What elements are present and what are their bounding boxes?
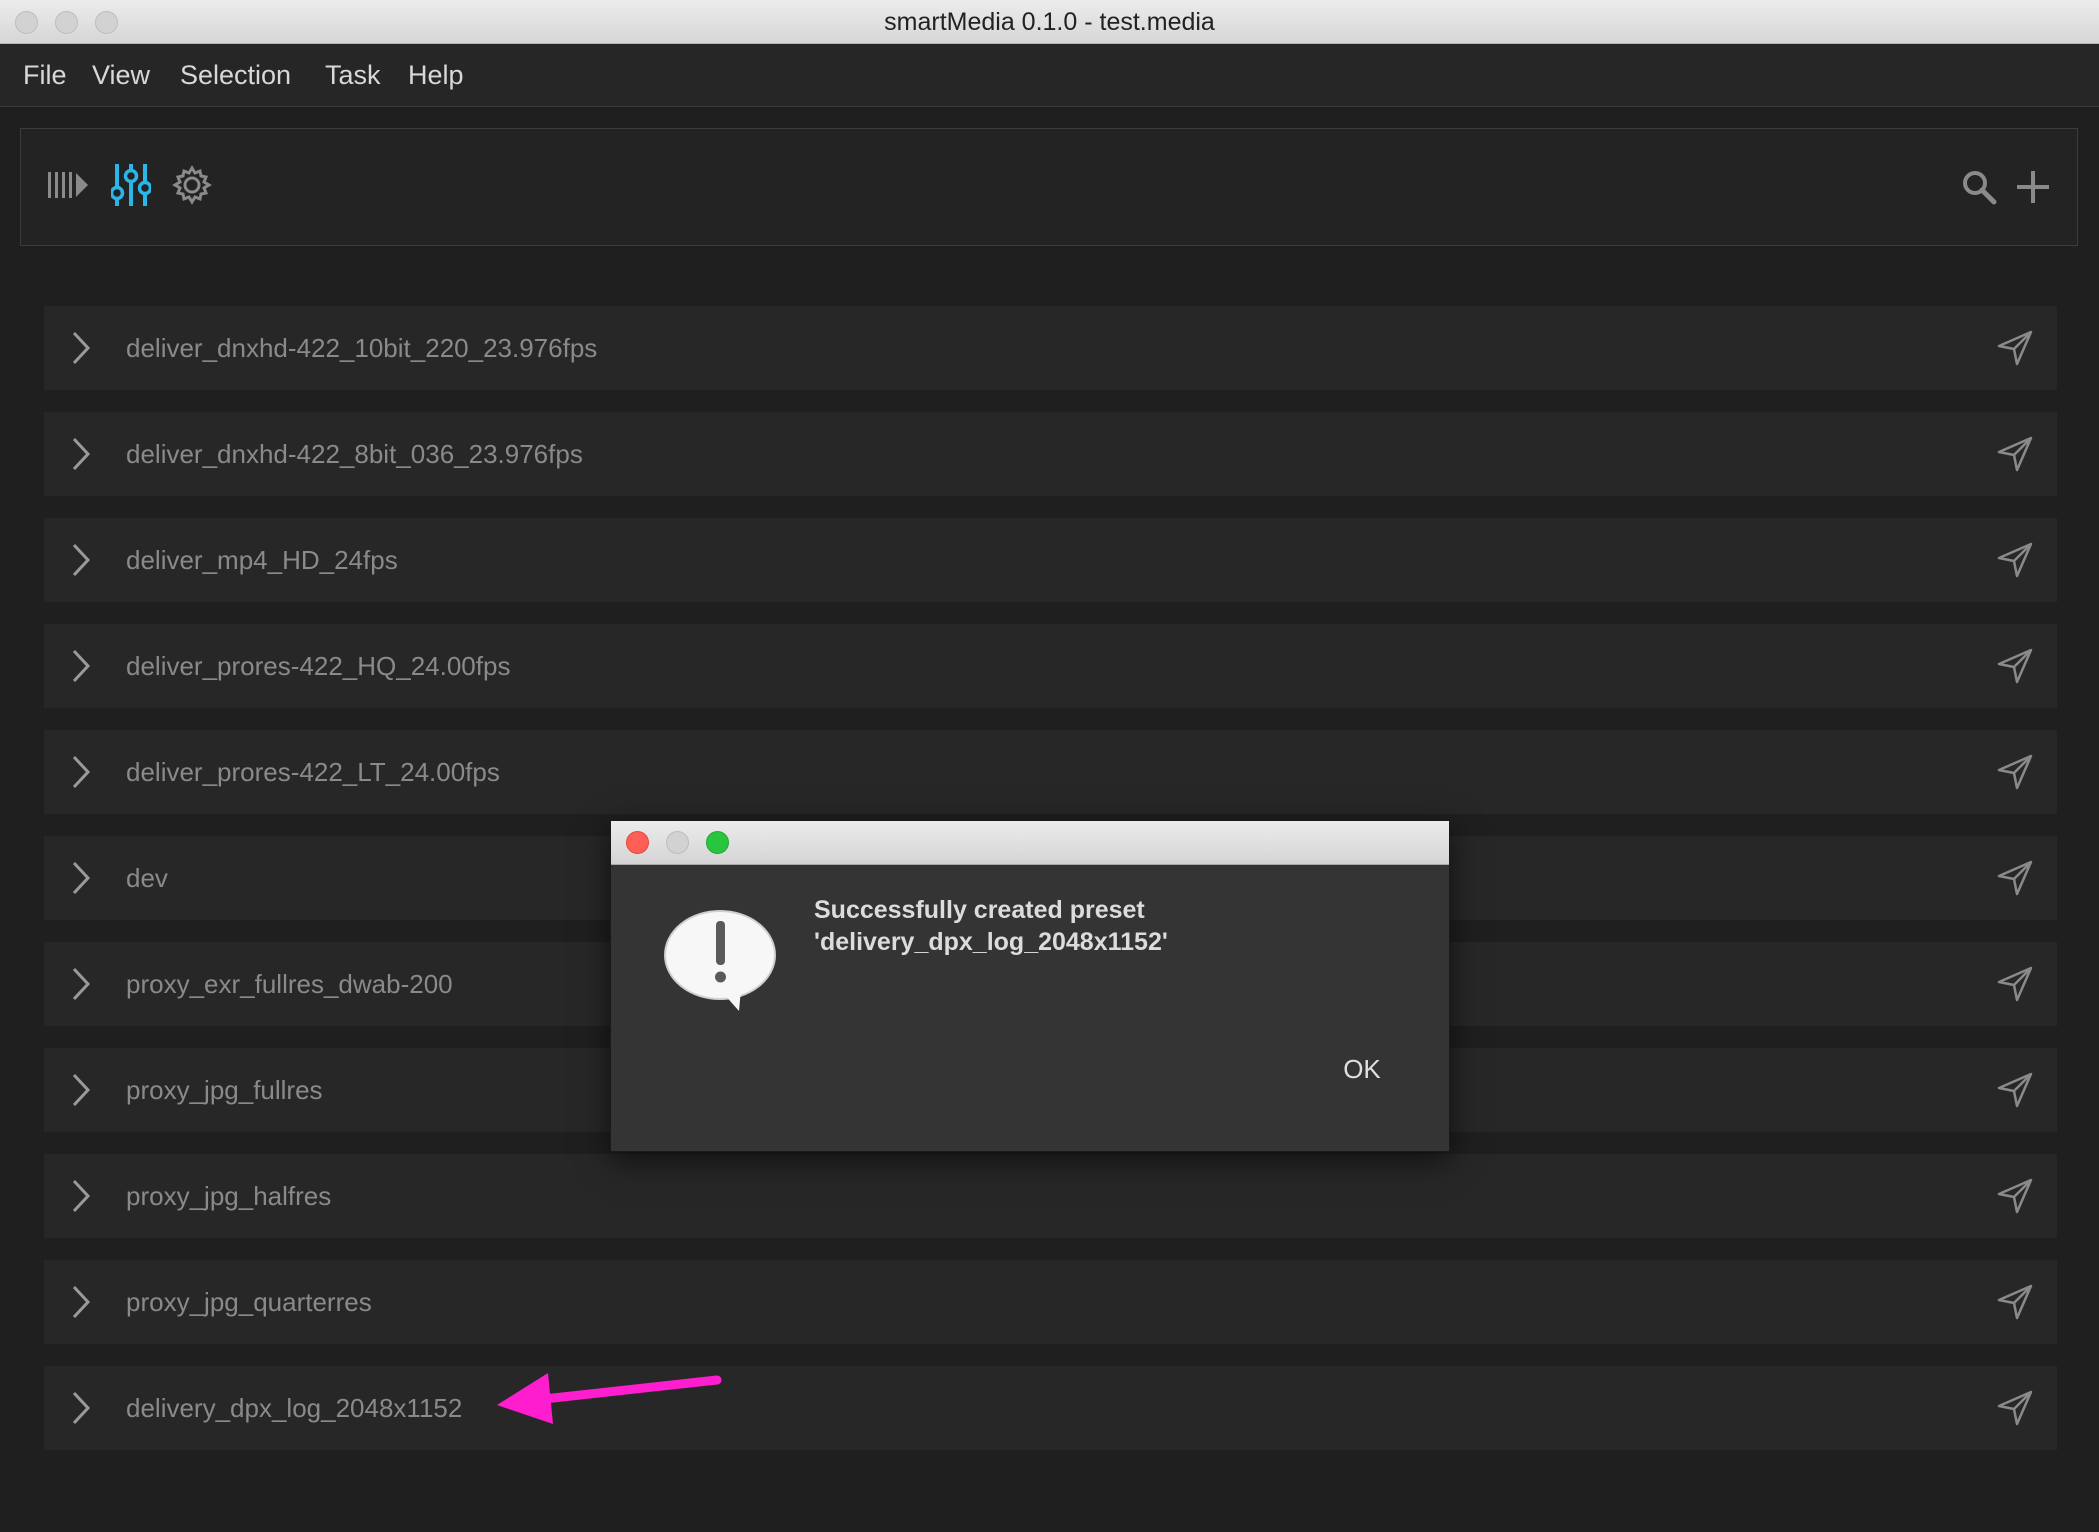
send-icon[interactable] bbox=[1997, 542, 2033, 578]
send-icon[interactable] bbox=[1997, 1390, 2033, 1426]
toolbar bbox=[20, 128, 2078, 246]
chevron-right-icon[interactable] bbox=[70, 1390, 92, 1426]
menu-bar: File View Selection Task Help bbox=[0, 44, 2099, 107]
send-icon[interactable] bbox=[1997, 1178, 2033, 1214]
dialog-message-line2: 'delivery_dpx_log_2048x1152' bbox=[814, 928, 1168, 956]
dialog-message-line1: Successfully created preset bbox=[814, 896, 1145, 924]
menu-file[interactable]: File bbox=[23, 44, 67, 106]
window-titlebar: smartMedia 0.1.0 - test.media bbox=[0, 0, 2099, 44]
ok-button[interactable]: OK bbox=[1317, 1049, 1407, 1089]
preset-name: proxy_jpg_halfres bbox=[126, 1181, 332, 1211]
alert-dialog: Successfully created preset 'delivery_dp… bbox=[610, 820, 1450, 1152]
preset-name: delivery_dpx_log_2048x1152 bbox=[126, 1393, 463, 1423]
send-icon[interactable] bbox=[1997, 648, 2033, 684]
preset-row[interactable]: proxy_jpg_quarterres bbox=[44, 1260, 2057, 1344]
preset-name: deliver_mp4_HD_24fps bbox=[126, 545, 398, 575]
preset-row[interactable]: delivery_dpx_log_2048x1152 bbox=[44, 1366, 2057, 1450]
preset-name: proxy_jpg_fullres bbox=[126, 1075, 323, 1105]
chevron-right-icon[interactable] bbox=[70, 436, 92, 472]
chevron-right-icon[interactable] bbox=[70, 860, 92, 896]
preset-name: proxy_jpg_quarterres bbox=[126, 1287, 372, 1317]
send-icon[interactable] bbox=[1997, 1072, 2033, 1108]
chevron-right-icon[interactable] bbox=[70, 648, 92, 684]
chevron-right-icon[interactable] bbox=[70, 1178, 92, 1214]
gear-icon[interactable] bbox=[172, 165, 212, 205]
plus-icon[interactable] bbox=[2015, 169, 2051, 205]
preset-row[interactable]: deliver_dnxhd-422_10bit_220_23.976fps bbox=[44, 306, 2057, 390]
chevron-right-icon[interactable] bbox=[70, 1284, 92, 1320]
preset-name: dev bbox=[126, 863, 168, 893]
chevron-right-icon[interactable] bbox=[70, 542, 92, 578]
send-icon[interactable] bbox=[1997, 330, 2033, 366]
menu-view[interactable]: View bbox=[92, 44, 150, 106]
dialog-close-button[interactable] bbox=[626, 831, 649, 854]
send-icon[interactable] bbox=[1997, 966, 2033, 1002]
dialog-zoom-button[interactable] bbox=[706, 831, 729, 854]
menu-selection[interactable]: Selection bbox=[180, 44, 291, 106]
send-icon[interactable] bbox=[1997, 860, 2033, 896]
chevron-right-icon[interactable] bbox=[70, 754, 92, 790]
chevron-right-icon[interactable] bbox=[70, 1072, 92, 1108]
dialog-titlebar bbox=[611, 821, 1449, 865]
chevron-right-icon[interactable] bbox=[70, 966, 92, 1002]
send-icon[interactable] bbox=[1997, 754, 2033, 790]
menu-task[interactable]: Task bbox=[325, 44, 381, 106]
preset-row[interactable]: deliver_prores-422_HQ_24.00fps bbox=[44, 624, 2057, 708]
send-icon[interactable] bbox=[1997, 1284, 2033, 1320]
search-icon[interactable] bbox=[1961, 169, 1997, 205]
preset-row[interactable]: deliver_mp4_HD_24fps bbox=[44, 518, 2057, 602]
preset-row[interactable]: deliver_dnxhd-422_8bit_036_23.976fps bbox=[44, 412, 2057, 496]
preset-row[interactable]: deliver_prores-422_LT_24.00fps bbox=[44, 730, 2057, 814]
send-icon[interactable] bbox=[1997, 436, 2033, 472]
preset-name: deliver_prores-422_HQ_24.00fps bbox=[126, 651, 511, 681]
preset-row[interactable]: proxy_jpg_halfres bbox=[44, 1154, 2057, 1238]
sliders-icon[interactable] bbox=[111, 162, 151, 208]
chevron-right-icon[interactable] bbox=[70, 330, 92, 366]
menu-help[interactable]: Help bbox=[408, 44, 464, 106]
window-title: smartMedia 0.1.0 - test.media bbox=[884, 8, 1215, 36]
preset-name: proxy_exr_fullres_dwab-200 bbox=[126, 969, 453, 999]
alert-icon bbox=[664, 910, 776, 1011]
preset-name: deliver_dnxhd-422_8bit_036_23.976fps bbox=[126, 439, 583, 469]
dialog-message: Successfully created preset 'delivery_dp… bbox=[814, 894, 1414, 958]
queue-play-icon[interactable] bbox=[47, 169, 89, 201]
preset-name: deliver_prores-422_LT_24.00fps bbox=[126, 757, 500, 787]
preset-name: deliver_dnxhd-422_10bit_220_23.976fps bbox=[126, 333, 598, 363]
dialog-minimize-button[interactable] bbox=[666, 831, 689, 854]
